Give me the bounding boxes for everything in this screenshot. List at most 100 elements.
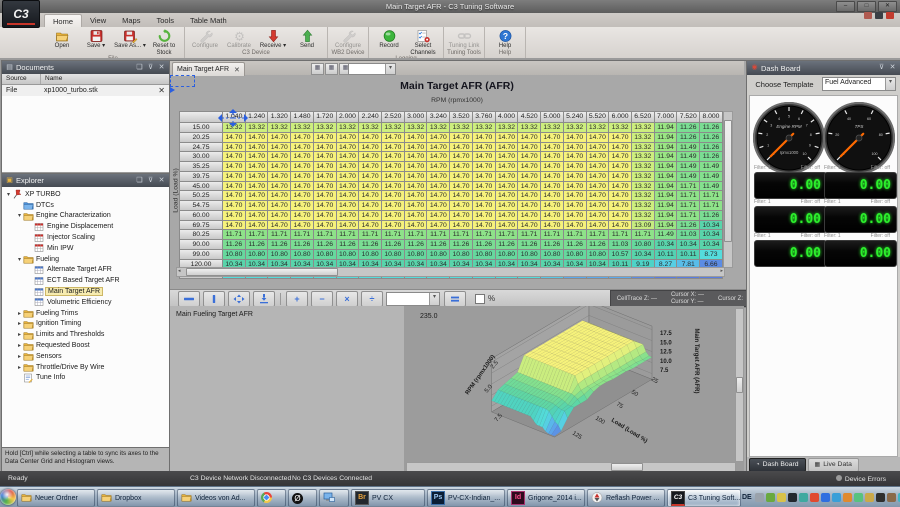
table-cell[interactable]: 14.70 bbox=[382, 201, 405, 211]
table-cell[interactable]: 11.71 bbox=[359, 230, 382, 240]
table-cell[interactable]: 14.70 bbox=[587, 143, 610, 153]
tree-item-limits-and-thresholds[interactable]: ▸Limits and Thresholds bbox=[2, 329, 169, 340]
row-header-99.00[interactable]: 99.00 bbox=[180, 250, 223, 260]
fueling-list-title[interactable]: Main Fueling Target AFR bbox=[170, 306, 404, 318]
table-cell[interactable]: 13.32 bbox=[473, 123, 496, 133]
select-channels-button[interactable]: Select Channels bbox=[406, 28, 440, 56]
table-cell[interactable]: 14.70 bbox=[496, 182, 519, 192]
table-cell[interactable]: 14.70 bbox=[359, 211, 382, 221]
table-cell[interactable]: 14.70 bbox=[609, 191, 632, 201]
table-cell[interactable]: 14.70 bbox=[473, 152, 496, 162]
table-cell[interactable]: 14.70 bbox=[518, 182, 541, 192]
column-header-3.240[interactable]: 3.240 bbox=[427, 112, 450, 123]
table-cell[interactable]: 14.70 bbox=[609, 211, 632, 221]
tree-item-engine-characterization[interactable]: ▾Engine Characterization bbox=[2, 211, 169, 222]
table-cell[interactable]: 14.70 bbox=[473, 191, 496, 201]
table-cell[interactable]: 11.49 bbox=[677, 162, 700, 172]
table-cell[interactable]: 14.70 bbox=[223, 211, 246, 221]
table-cell[interactable]: 11.71 bbox=[382, 230, 405, 240]
table-cell[interactable]: 14.70 bbox=[541, 133, 564, 143]
table-cell[interactable]: 10.80 bbox=[496, 250, 519, 260]
axis-selector-combo[interactable]: ▾ bbox=[348, 63, 396, 75]
table-cell[interactable]: 14.70 bbox=[246, 162, 269, 172]
row-header-24.75[interactable]: 24.75 bbox=[180, 143, 223, 153]
table-cell[interactable]: 10.34 bbox=[700, 240, 723, 250]
column-header-5.000[interactable]: 5.000 bbox=[541, 112, 564, 123]
tray-icon-2[interactable] bbox=[766, 493, 775, 502]
table-cell[interactable]: 11.71 bbox=[541, 230, 564, 240]
close-button[interactable]: ✕ bbox=[878, 1, 897, 12]
column-header-5.520[interactable]: 5.520 bbox=[587, 112, 610, 123]
table-cell[interactable]: 11.49 bbox=[677, 143, 700, 153]
restore-icon[interactable]: ❏ bbox=[135, 177, 144, 185]
expander-icon[interactable]: ▸ bbox=[16, 364, 23, 371]
table-cell[interactable]: 10.34 bbox=[700, 221, 723, 231]
expander-icon[interactable]: ▾ bbox=[16, 212, 23, 219]
taskbar-item-dark-disc[interactable]: Ø bbox=[288, 489, 317, 507]
row-header-60.00[interactable]: 60.00 bbox=[180, 211, 223, 221]
ribbon-tab-home[interactable]: Home bbox=[44, 14, 82, 28]
table-cell[interactable]: 11.26 bbox=[677, 221, 700, 231]
close-tab-icon[interactable]: ✕ bbox=[234, 66, 240, 74]
tree-item-throttle-drive-by-wire[interactable]: ▸Throttle/Drive By Wire bbox=[2, 362, 169, 373]
table-cell[interactable]: 14.70 bbox=[223, 201, 246, 211]
table-cell[interactable]: 14.70 bbox=[450, 211, 473, 221]
tree-item-injector-scaling[interactable]: Injector Scaling bbox=[2, 232, 169, 243]
table-cell[interactable]: 11.71 bbox=[677, 182, 700, 192]
table-cell[interactable]: 14.70 bbox=[564, 191, 587, 201]
table-cell[interactable]: 10.80 bbox=[382, 250, 405, 260]
table-cell[interactable]: 11.71 bbox=[291, 230, 314, 240]
table-cell[interactable]: 14.70 bbox=[246, 211, 269, 221]
table-cell[interactable]: 14.70 bbox=[541, 201, 564, 211]
table-cell[interactable]: 11.94 bbox=[655, 162, 678, 172]
tree-item-volumetric-efficiency[interactable]: Volumetric Efficiency bbox=[2, 297, 169, 308]
table-cell[interactable]: 14.70 bbox=[291, 143, 314, 153]
column-header-1.480[interactable]: 1.480 bbox=[291, 112, 314, 123]
table-cell[interactable]: 14.70 bbox=[587, 133, 610, 143]
table-cell[interactable]: 11.94 bbox=[655, 191, 678, 201]
table-cell[interactable]: 11.49 bbox=[677, 172, 700, 182]
table-cell[interactable]: 11.26 bbox=[223, 240, 246, 250]
table-cell[interactable]: 14.70 bbox=[223, 152, 246, 162]
table-cell[interactable]: 14.70 bbox=[359, 182, 382, 192]
ribbon-quick-icon-2[interactable] bbox=[875, 12, 883, 19]
table-cell[interactable]: 10.34 bbox=[655, 240, 678, 250]
table-cell[interactable]: 14.70 bbox=[314, 133, 337, 143]
tree-item-alternate-target-afr[interactable]: Alternate Target AFR bbox=[2, 265, 169, 276]
table-v-scrollbar[interactable] bbox=[723, 111, 733, 268]
table-cell[interactable]: 14.70 bbox=[450, 152, 473, 162]
table-cell[interactable]: 10.80 bbox=[541, 250, 564, 260]
subtract-button[interactable]: − bbox=[311, 291, 333, 307]
help-button[interactable]: ?Help bbox=[488, 28, 522, 50]
ribbon-tab-maps[interactable]: Maps bbox=[114, 14, 148, 27]
column-header-6.000[interactable]: 6.000 bbox=[609, 112, 632, 123]
table-cell[interactable]: 14.70 bbox=[473, 201, 496, 211]
table-cell[interactable]: 11.94 bbox=[655, 182, 678, 192]
minimize-button[interactable]: ‒ bbox=[836, 1, 855, 12]
tray-icon-1[interactable] bbox=[755, 493, 764, 502]
table-cell[interactable]: 14.70 bbox=[359, 172, 382, 182]
table-cell[interactable]: 11.26 bbox=[677, 133, 700, 143]
language-indicator[interactable]: DE bbox=[742, 494, 752, 501]
table-cell[interactable]: 10.34 bbox=[700, 230, 723, 240]
table-cell[interactable]: 13.32 bbox=[632, 201, 655, 211]
table-cell[interactable]: 11.26 bbox=[291, 240, 314, 250]
tree-item-ignition-timing[interactable]: ▸Ignition Timing bbox=[2, 319, 169, 330]
table-cell[interactable]: 14.70 bbox=[291, 133, 314, 143]
table-cell[interactable]: 14.70 bbox=[246, 143, 269, 153]
table-cell[interactable]: 11.71 bbox=[677, 201, 700, 211]
row-header-54.75[interactable]: 54.75 bbox=[180, 201, 223, 211]
table-cell[interactable]: 14.70 bbox=[450, 201, 473, 211]
apply-equals-button[interactable] bbox=[444, 291, 466, 307]
table-cell[interactable]: 14.70 bbox=[609, 152, 632, 162]
table-cell[interactable]: 11.03 bbox=[677, 230, 700, 240]
column-header-5.240[interactable]: 5.240 bbox=[564, 112, 587, 123]
table-cell[interactable]: 14.70 bbox=[405, 201, 428, 211]
table-cell[interactable]: 11.71 bbox=[632, 230, 655, 240]
tray-icon-4[interactable] bbox=[788, 493, 797, 502]
table-cell[interactable]: 10.80 bbox=[587, 250, 610, 260]
table-cell[interactable]: 11.49 bbox=[677, 152, 700, 162]
table-cell[interactable]: 11.26 bbox=[427, 240, 450, 250]
pin-icon[interactable]: ⊽ bbox=[146, 64, 155, 72]
table-cell[interactable]: 14.70 bbox=[337, 133, 360, 143]
